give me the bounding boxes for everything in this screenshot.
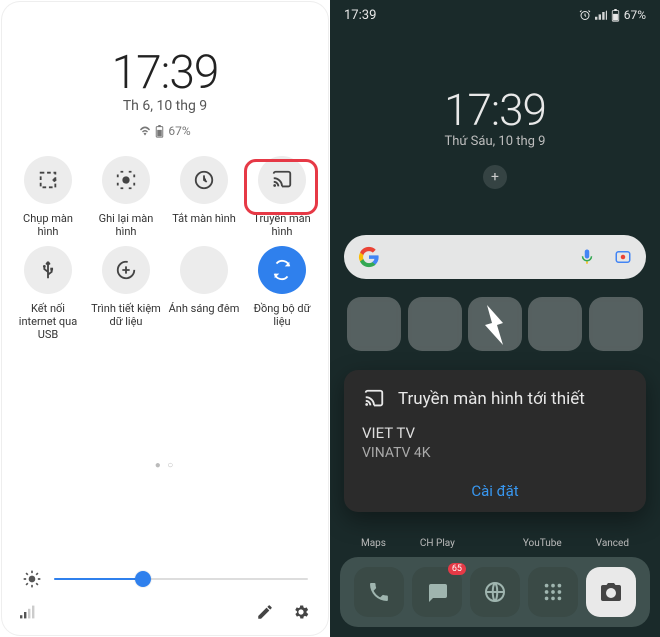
- hs-clock: 17:39: [330, 84, 660, 136]
- quick-settings-panel: 17:39 Th 6, 10 thg 9 67% Chụp màn hình: [0, 0, 330, 637]
- cast-icon: [258, 156, 306, 204]
- status-time: 17:39: [344, 8, 376, 23]
- slider-fill: [54, 578, 143, 580]
- battery-percent: 67%: [168, 124, 190, 138]
- battery-icon: [611, 9, 620, 22]
- badge-count: 65: [448, 563, 466, 575]
- usb-icon: [24, 246, 72, 294]
- qs-clock: 17:39: [2, 46, 328, 100]
- cast-settings-button[interactable]: Cài đặt: [362, 482, 628, 500]
- tile-label: Ánh sáng đêm: [167, 302, 242, 330]
- dock-phone[interactable]: [354, 567, 404, 617]
- mic-icon[interactable]: [578, 248, 596, 266]
- tile-night-light[interactable]: Ánh sáng đêm: [166, 246, 242, 342]
- night-light-icon: [180, 246, 228, 294]
- app-label: Vanced: [596, 538, 629, 549]
- tile-label: Ghi lại màn hình: [88, 212, 164, 240]
- settings-button[interactable]: [292, 603, 310, 621]
- app-row: [344, 297, 646, 351]
- google-search-bar[interactable]: [344, 235, 646, 279]
- screenrecord-icon: [102, 156, 150, 204]
- tile-label: Truyền màn hình: [244, 212, 320, 240]
- battery-percent: 67%: [624, 8, 646, 22]
- page-indicator[interactable]: ● ○: [2, 460, 328, 471]
- tile-screenshot[interactable]: Chụp màn hình: [10, 156, 86, 240]
- homescreen-clock-widget[interactable]: 17:39 Thứ Sáu, 10 thg 9: [330, 84, 660, 149]
- cast-dialog: Truyền màn hình tới thiết VIET TV VINATV…: [344, 370, 646, 512]
- qs-header: 17:39 Th 6, 10 thg 9 67%: [2, 2, 328, 138]
- dock: 65: [340, 557, 650, 627]
- home-screen: 17:39 67% 17:39 Thứ Sáu, 10 thg 9 +: [330, 0, 660, 637]
- cast-title: Truyền màn hình tới thiết: [398, 389, 585, 409]
- cast-device-item[interactable]: VIET TV VINATV 4K: [362, 424, 628, 462]
- app-icon[interactable]: [589, 297, 643, 351]
- battery-icon: [155, 125, 164, 138]
- dock-browser[interactable]: [470, 567, 520, 617]
- tile-label: Trình tiết kiệm dữ liệu: [88, 302, 164, 330]
- tile-label: Chụp màn hình: [10, 212, 86, 240]
- app-label: YouTube: [523, 538, 562, 549]
- add-widget-button[interactable]: +: [483, 165, 507, 189]
- status-bar: 17:39 67%: [330, 0, 660, 24]
- tile-usb-tether[interactable]: Kết nối internet qua USB: [10, 246, 86, 342]
- qs-tile-grid: Chụp màn hình Ghi lại màn hình Tắt màn h…: [2, 138, 328, 342]
- app-label: Maps: [361, 538, 386, 549]
- data-saver-icon: [102, 246, 150, 294]
- wifi-icon: [139, 126, 151, 136]
- signal-icon: [20, 605, 36, 619]
- tile-sync[interactable]: Đồng bộ dữ liệu: [244, 246, 320, 342]
- app-icon[interactable]: [528, 297, 582, 351]
- dock-app-drawer[interactable]: [528, 567, 578, 617]
- hs-date: Thứ Sáu, 10 thg 9: [330, 134, 660, 149]
- screenshot-icon: [24, 156, 72, 204]
- tile-screen-record[interactable]: Ghi lại màn hình: [88, 156, 164, 240]
- brightness-icon: [22, 569, 42, 589]
- app-label: CH Play: [420, 538, 455, 549]
- sync-icon: [258, 246, 306, 294]
- google-logo-icon: [358, 246, 380, 268]
- app-icon[interactable]: [347, 297, 401, 351]
- tile-label: Kết nối internet qua USB: [10, 302, 86, 342]
- alarm-icon: [579, 9, 591, 21]
- screen-off-icon: [180, 156, 228, 204]
- tile-label: Đồng bộ dữ liệu: [244, 302, 320, 330]
- tile-screen-off[interactable]: Tắt màn hình: [166, 156, 242, 240]
- slider-track[interactable]: [54, 578, 308, 580]
- qs-status-icons: 67%: [2, 124, 328, 138]
- lens-icon[interactable]: [614, 248, 632, 266]
- app-icon[interactable]: [408, 297, 462, 351]
- dock-messages[interactable]: 65: [412, 567, 462, 617]
- edit-tiles-button[interactable]: [256, 603, 274, 621]
- app-icon[interactable]: [468, 297, 522, 351]
- brightness-slider[interactable]: [16, 559, 314, 599]
- tile-cast[interactable]: Truyền màn hình: [244, 156, 320, 240]
- qs-date: Th 6, 10 thg 9: [2, 98, 328, 114]
- signal-icon: [595, 10, 607, 20]
- device-subtitle: VINATV 4K: [362, 444, 628, 462]
- app-labels-row: Maps CH Play YouTube Vanced: [330, 538, 660, 549]
- tile-data-saver[interactable]: Trình tiết kiệm dữ liệu: [88, 246, 164, 342]
- device-name: VIET TV: [362, 424, 628, 444]
- slider-thumb[interactable]: [135, 571, 151, 587]
- dock-camera[interactable]: [586, 567, 636, 617]
- tile-label: Tắt màn hình: [170, 212, 238, 240]
- cast-icon: [362, 388, 386, 410]
